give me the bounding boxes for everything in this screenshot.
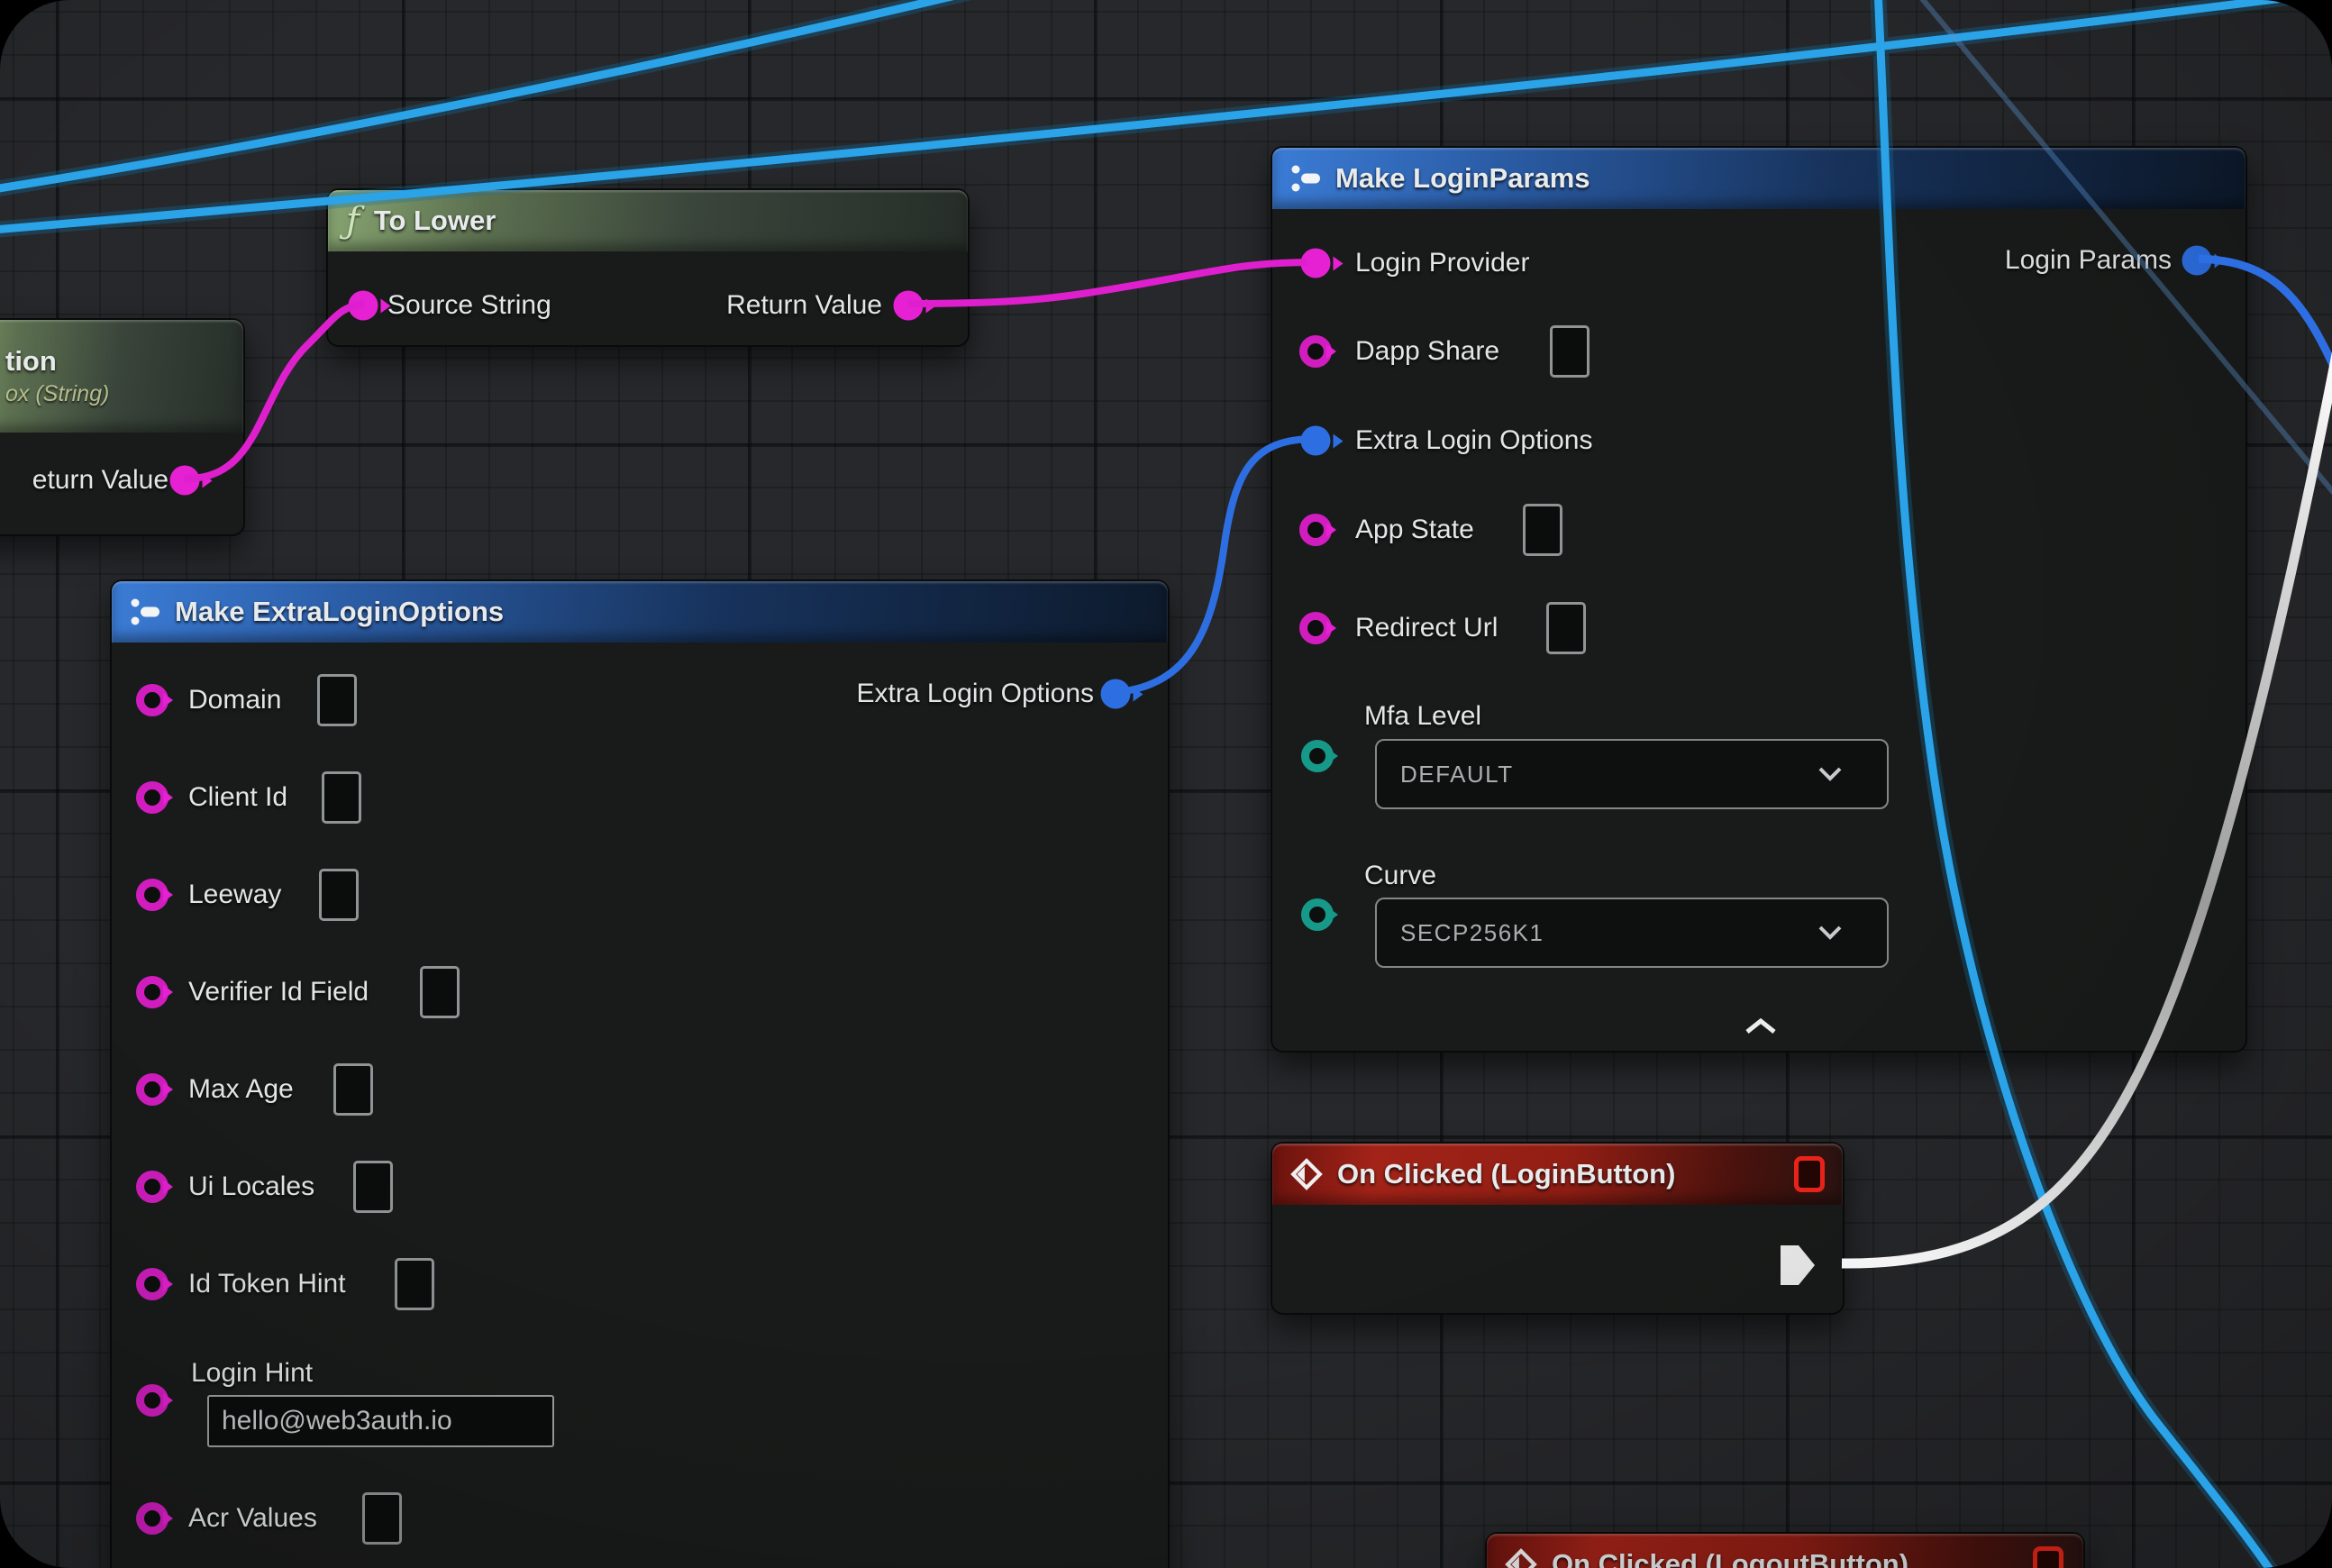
pin-label: App State	[1355, 515, 1474, 545]
node-header[interactable]: ƒ To Lower	[328, 190, 968, 251]
node-header[interactable]: Make LoginParams	[1272, 148, 2245, 209]
pin-label: eturn Value	[32, 465, 169, 496]
node-subtitle: ox (String)	[5, 381, 109, 407]
node-partial-function[interactable]: tion ox (String) eturn Value	[0, 318, 245, 536]
node-title: To Lower	[374, 205, 496, 237]
acr-values-pin[interactable]	[136, 1502, 169, 1535]
pin-label: Return Value	[726, 290, 882, 321]
app-state-text-field[interactable]	[1523, 504, 1562, 556]
pin-label: Dapp Share	[1355, 336, 1499, 367]
make-struct-icon	[1290, 163, 1321, 194]
pin-label: Verifier Id Field	[188, 977, 369, 1007]
pin-label: Login Params	[2005, 245, 2172, 276]
pin-label: Leeway	[188, 880, 281, 910]
bound-event-icon	[1794, 1156, 1825, 1192]
make-struct-icon	[130, 597, 160, 627]
node-title: Make ExtraLoginOptions	[175, 596, 504, 628]
extra-login-options-in-pin[interactable]	[1301, 426, 1331, 456]
curve-pin[interactable]	[1301, 898, 1334, 931]
pin-label: Login Provider	[1355, 248, 1529, 278]
domain-pin[interactable]	[136, 684, 169, 716]
client-id-pin[interactable]	[136, 781, 169, 814]
chevron-down-icon	[1818, 925, 1842, 940]
curve-dropdown[interactable]: SECP256K1	[1375, 898, 1889, 968]
domain-text-field[interactable]	[317, 674, 357, 726]
max-age-pin[interactable]	[136, 1073, 169, 1106]
function-icon: ƒ	[346, 203, 360, 239]
pin-label: Client Id	[188, 782, 287, 813]
node-make-login-params[interactable]: Make LoginParams Login Params Login Prov…	[1271, 146, 2247, 1053]
client-id-text-field[interactable]	[322, 771, 361, 824]
node-title: On Clicked (LoginButton)	[1337, 1158, 1675, 1190]
curve-value: SECP256K1	[1400, 919, 1544, 947]
pin-label: Login Hint	[191, 1358, 313, 1389]
pin-label: Source String	[387, 290, 551, 321]
return-value-pin[interactable]	[894, 291, 924, 321]
node-title: On Clicked (LogoutButton)	[1552, 1548, 1908, 1568]
node-header[interactable]: tion ox (String)	[0, 320, 243, 433]
exec-output-pin[interactable]	[1781, 1245, 1817, 1285]
login-provider-pin[interactable]	[1301, 249, 1331, 278]
pin-label: Curve	[1364, 861, 1436, 891]
redirect-url-pin[interactable]	[1299, 612, 1332, 644]
verifier-id-text-field[interactable]	[420, 966, 460, 1018]
dapp-share-pin[interactable]	[1299, 335, 1332, 368]
node-title: tion	[5, 345, 57, 378]
pin-label: Max Age	[188, 1074, 294, 1105]
id-token-hint-text-field[interactable]	[395, 1258, 434, 1310]
mfa-level-dropdown[interactable]: DEFAULT	[1375, 739, 1889, 809]
login-hint-text-field[interactable]: hello@web3auth.io	[207, 1395, 554, 1447]
dapp-share-text-field[interactable]	[1550, 325, 1590, 378]
node-title: Make LoginParams	[1335, 162, 1590, 195]
node-to-lower[interactable]: ƒ To Lower Source String Return Value	[326, 188, 970, 347]
pin-label: Extra Login Options	[857, 679, 1094, 709]
ui-locales-pin[interactable]	[136, 1171, 169, 1203]
login-hint-pin[interactable]	[136, 1384, 169, 1417]
app-state-pin[interactable]	[1299, 514, 1332, 546]
node-make-extra-login-options[interactable]: Make ExtraLoginOptions Extra Login Optio…	[110, 579, 1170, 1568]
acr-values-text-field[interactable]	[362, 1492, 402, 1545]
pin-label: Extra Login Options	[1355, 425, 1592, 456]
node-on-clicked-login-button[interactable]: On Clicked (LoginButton)	[1271, 1142, 1845, 1315]
node-header[interactable]: On Clicked (LogoutButton)	[1487, 1534, 2083, 1568]
event-diamond-icon	[1290, 1158, 1323, 1190]
ui-locales-text-field[interactable]	[353, 1161, 393, 1213]
pin-label: Mfa Level	[1364, 701, 1481, 732]
node-header[interactable]: Make ExtraLoginOptions	[112, 581, 1168, 643]
verifier-id-field-pin[interactable]	[136, 976, 169, 1008]
bound-event-icon	[2033, 1546, 2063, 1568]
pin-label: Redirect Url	[1355, 613, 1498, 643]
pin-label: Domain	[188, 685, 281, 716]
login-params-out-pin[interactable]	[2182, 246, 2212, 276]
extra-login-options-out-pin[interactable]	[1101, 679, 1131, 709]
pin-label: Acr Values	[188, 1503, 317, 1534]
source-string-pin[interactable]	[349, 291, 378, 321]
mfa-level-value: DEFAULT	[1400, 761, 1514, 789]
collapse-node-chevron-icon[interactable]	[1744, 1018, 1777, 1035]
node-header[interactable]: On Clicked (LoginButton)	[1272, 1144, 1843, 1205]
mfa-level-pin[interactable]	[1301, 740, 1334, 772]
leeway-pin[interactable]	[136, 879, 169, 911]
event-diamond-icon	[1505, 1548, 1537, 1568]
chevron-down-icon	[1818, 767, 1842, 781]
max-age-text-field[interactable]	[333, 1063, 373, 1116]
blueprint-canvas[interactable]: tion ox (String) eturn Value ƒ To Lower …	[0, 0, 2332, 1568]
node-on-clicked-logout-button[interactable]: On Clicked (LogoutButton)	[1485, 1532, 2085, 1568]
leeway-text-field[interactable]	[319, 869, 359, 921]
redirect-url-text-field[interactable]	[1546, 602, 1586, 654]
return-value-pin[interactable]	[170, 466, 200, 496]
pin-label: Ui Locales	[188, 1171, 314, 1202]
id-token-hint-pin[interactable]	[136, 1268, 169, 1300]
login-hint-value: hello@web3auth.io	[222, 1406, 452, 1436]
pin-label: Id Token Hint	[188, 1269, 346, 1299]
